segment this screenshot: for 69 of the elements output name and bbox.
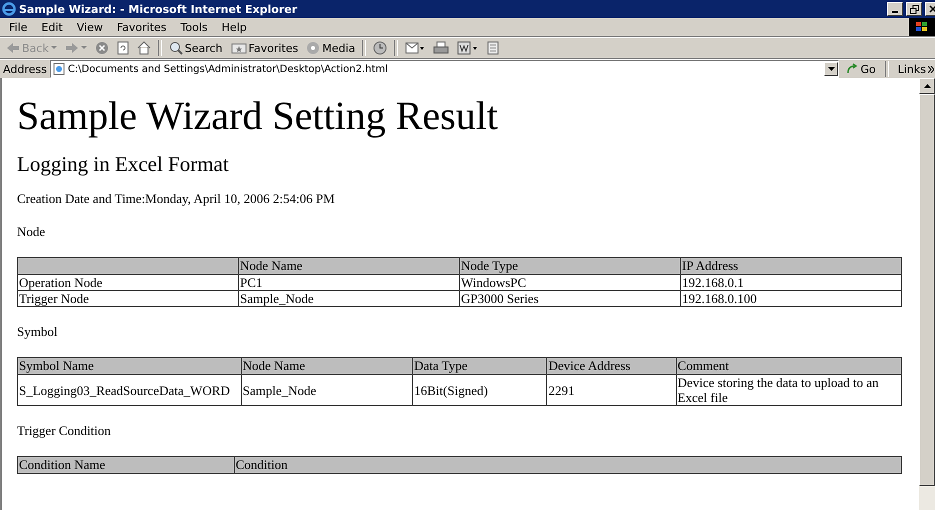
column-header: Condition Name <box>18 456 234 474</box>
menu-item[interactable]: File <box>2 20 34 34</box>
column-header: Node Name <box>238 258 460 274</box>
column-header: Device Address <box>546 358 676 374</box>
caret-icon <box>80 46 87 50</box>
chevron-icon <box>928 66 934 72</box>
section-title: Node <box>17 224 46 240</box>
column-header: Condition <box>234 456 902 474</box>
page-subheading: Logging in Excel Format <box>17 152 230 177</box>
menu-item[interactable]: Help <box>214 20 254 34</box>
back-arrow-icon <box>6 42 20 54</box>
column-header: IP Address <box>680 258 902 274</box>
page-heading: Sample Wizard Setting Result <box>17 94 499 138</box>
home-icon <box>136 41 151 55</box>
table-cell: GP3000 Series <box>460 290 680 306</box>
table-cell: Trigger Node <box>18 290 238 306</box>
minimize-button[interactable] <box>887 2 903 16</box>
menu-item[interactable]: Tools <box>174 20 215 34</box>
table-cell: Sample_Node <box>241 374 413 406</box>
table-cell: 192.168.0.1 <box>680 274 902 290</box>
address-field[interactable]: C:\Documents and Settings\Administrator\Desktop\Action2.html <box>50 60 840 78</box>
menu-item[interactable]: View <box>70 20 110 34</box>
links-button[interactable]: Links <box>894 62 935 76</box>
restore-icon <box>910 4 918 14</box>
stop-icon <box>94 41 109 55</box>
table-cell: 192.168.0.100 <box>680 290 902 306</box>
column-header: Node Type <box>460 258 680 274</box>
restore-button[interactable] <box>906 2 922 16</box>
column-header: Data Type <box>412 358 547 374</box>
column-header: Symbol Name <box>18 358 242 374</box>
table-cell: S_Logging03_ReadSourceData_WORD <box>18 374 242 406</box>
table-cell: Sample_Node <box>238 290 460 306</box>
media-button[interactable]: Media <box>303 39 358 57</box>
menu-item[interactable]: Edit <box>34 20 70 34</box>
window-title: Sample Wizard: - Microsoft Internet Explorer <box>19 2 298 16</box>
up-arrow-icon <box>924 84 930 88</box>
section-title: Trigger Condition <box>17 423 112 439</box>
mail-icon <box>405 41 426 55</box>
caret-icon <box>50 46 57 50</box>
page-icon <box>52 63 65 75</box>
arrow-icon <box>846 63 858 75</box>
section-title: Symbol <box>17 324 58 340</box>
table-cell: 2291 <box>546 374 676 406</box>
notepad-icon <box>487 41 500 55</box>
browser-icon <box>2 2 16 16</box>
column-header: Node Name <box>241 358 413 374</box>
table-cell: Device storing the data to upload to an Excel file <box>676 374 902 406</box>
forward-arrow-icon <box>64 42 79 54</box>
caret-icon <box>828 67 835 71</box>
dropdown-button[interactable] <box>824 62 838 76</box>
table-cell: PC1 <box>238 274 460 290</box>
word-document-icon <box>457 41 480 55</box>
address-label: Address <box>3 62 47 76</box>
favorites-button[interactable]: Favorites <box>228 39 302 57</box>
column-header: Comment <box>676 358 902 374</box>
table-cell: WindowsPC <box>460 274 680 290</box>
menu-item[interactable]: Favorites <box>110 20 174 34</box>
address-text: C:\Documents and Settings\Administrator\Desktop\Action2.html <box>68 64 388 74</box>
search-button[interactable]: Search <box>166 39 226 57</box>
scroll-up-button[interactable] <box>919 78 935 94</box>
search-icon <box>168 41 183 55</box>
table-cell: Operation Node <box>18 274 238 290</box>
go-button[interactable]: Go <box>842 62 880 76</box>
creation-date-text: Creation Date and Time:Monday, April 10, 2006 2:54:06 PM <box>17 191 336 207</box>
table-cell: 16Bit(Signed) <box>412 374 547 406</box>
close-icon <box>929 5 935 13</box>
refresh-icon <box>116 41 129 55</box>
printer-icon <box>433 41 450 55</box>
media-icon <box>306 41 320 55</box>
